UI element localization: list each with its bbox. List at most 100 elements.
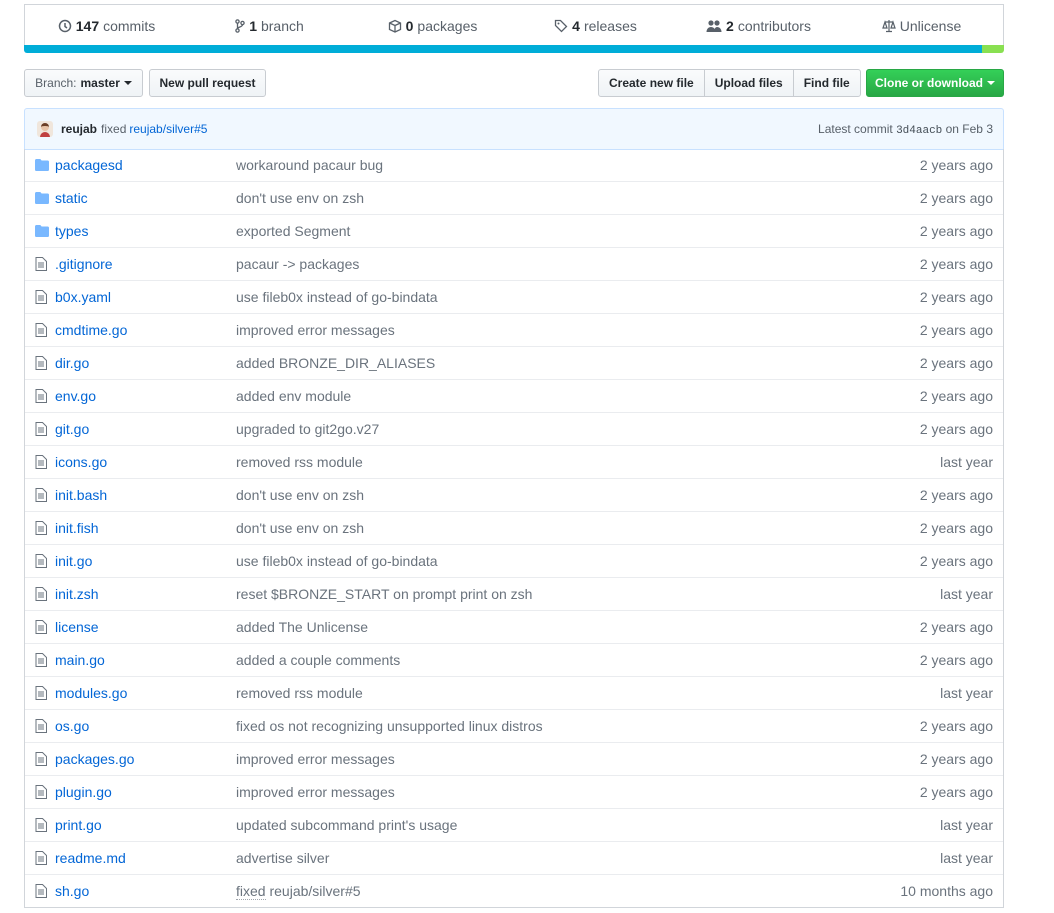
file-icon [35,686,49,700]
file-commit-message[interactable]: don't use env on zsh [236,190,793,206]
file-row[interactable]: static don't use env on zsh 2 years ago [25,181,1003,214]
language-bar[interactable] [24,45,1004,53]
file-commit-message[interactable]: added BRONZE_DIR_ALIASES [236,355,793,371]
file-row[interactable]: license added The Unlicense 2 years ago [25,610,1003,643]
commits-link[interactable]: 147 commits [25,18,188,34]
file-row[interactable]: cmdtime.go improved error messages 2 years… [25,313,1003,346]
file-icon [35,290,49,304]
commit-message-prefix[interactable]: fixed [101,122,126,136]
license-link[interactable]: Unlicense [840,18,1003,34]
caret-down-icon [987,81,995,85]
file-commit-message[interactable]: use fileb0x instead of go-bindata [236,553,793,569]
file-commit-message[interactable]: reset $BRONZE_START on prompt print on z… [236,586,793,602]
file-name-link[interactable]: types [55,223,236,239]
file-commit-message[interactable]: improved error messages [236,751,793,767]
file-row[interactable]: sh.go fixed reujab/silver#5 10 months ago [25,874,1003,907]
commit-issue-link[interactable]: reujab/silver#5 [269,883,360,899]
file-name-link[interactable]: packages.go [55,751,236,767]
file-commit-message[interactable]: use fileb0x instead of go-bindata [236,289,793,305]
releases-link[interactable]: 4 releases [514,18,677,34]
file-row[interactable]: main.go added a couple comments 2 years ag… [25,643,1003,676]
file-commit-message[interactable]: workaround pacaur bug [236,157,793,173]
file-row[interactable]: git.go upgraded to git2go.v27 2 years ago [25,412,1003,445]
commit-issue-link[interactable]: reujab/silver#5 [129,122,207,136]
packages-link[interactable]: 0 packages [351,18,514,34]
file-row[interactable]: dir.go added BRONZE_DIR_ALIASES 2 years ag… [25,346,1003,379]
file-name-link[interactable]: init.zsh [55,586,236,602]
file-commit-message[interactable]: exported Segment [236,223,793,239]
file-row[interactable]: init.bash don't use env on zsh 2 years ago [25,478,1003,511]
file-row[interactable]: init.go use fileb0x instead of go-bindata… [25,544,1003,577]
commit-author[interactable]: reujab [61,122,97,136]
file-name-link[interactable]: icons.go [55,454,236,470]
file-commit-message[interactable]: added env module [236,388,793,404]
file-name-link[interactable]: main.go [55,652,236,668]
file-commit-age: 2 years ago [919,355,993,371]
file-commit-message[interactable]: advertise silver [236,850,793,866]
file-row[interactable]: env.go added env module 2 years ago [25,379,1003,412]
commit-message-prefix[interactable]: fixed [236,883,266,900]
file-row[interactable]: icons.go removed rss module last year [25,445,1003,478]
file-commit-message[interactable]: fixed os not recognizing unsupported lin… [236,718,793,734]
file-commit-message[interactable]: improved error messages [236,322,793,338]
commit-sha[interactable]: 3d4aacb [896,125,942,137]
file-name-link[interactable]: init.bash [55,487,236,503]
branch-count: 1 [249,18,257,34]
file-commit-age: last year [940,850,993,866]
file-name-link[interactable]: plugin.go [55,784,236,800]
file-row[interactable]: modules.go removed rss module last year [25,676,1003,709]
branches-link[interactable]: 1 branch [188,18,351,34]
file-commit-message[interactable]: updated subcommand print's usage [236,817,793,833]
file-name-link[interactable]: env.go [55,388,236,404]
file-name-link[interactable]: print.go [55,817,236,833]
file-commit-message[interactable]: removed rss module [236,685,793,701]
file-row[interactable]: plugin.go improved error messages 2 years … [25,775,1003,808]
file-row[interactable]: packages.go improved error messages 2 year… [25,742,1003,775]
file-commit-message[interactable]: don't use env on zsh [236,487,793,503]
file-name-link[interactable]: packagesd [55,157,236,173]
upload-files-button[interactable]: Upload files [703,69,794,97]
branch-icon [235,19,245,33]
file-row[interactable]: types exported Segment 2 years ago [25,214,1003,247]
file-name-link[interactable]: init.go [55,553,236,569]
file-commit-message[interactable]: fixed reujab/silver#5 [236,883,793,900]
create-new-file-button[interactable]: Create new file [598,69,705,97]
file-commit-message[interactable]: upgraded to git2go.v27 [236,421,793,437]
file-icon [35,719,49,733]
file-name-link[interactable]: readme.md [55,850,236,866]
new-pull-request-button[interactable]: New pull request [149,69,266,97]
file-name-link[interactable]: .gitignore [55,256,236,272]
file-commit-message[interactable]: don't use env on zsh [236,520,793,536]
file-commit-message[interactable]: added The Unlicense [236,619,793,635]
file-icon [35,389,49,403]
file-commit-message[interactable]: added a couple comments [236,652,793,668]
file-row[interactable]: b0x.yaml use fileb0x instead of go-bindat… [25,280,1003,313]
contributors-link[interactable]: 2 contributors [677,18,840,34]
file-row[interactable]: packagesd workaround pacaur bug 2 years ag… [25,149,1003,181]
file-commit-message[interactable]: pacaur -> packages [236,256,793,272]
file-row[interactable]: init.zsh reset $BRONZE_START on prompt pr… [25,577,1003,610]
file-row[interactable]: print.go updated subcommand print's usage… [25,808,1003,841]
file-name-link[interactable]: static [55,190,236,206]
file-row[interactable]: readme.md advertise silver last year [25,841,1003,874]
file-commit-message[interactable]: removed rss module [236,454,793,470]
branch-select-button[interactable]: Branch: master [24,69,143,97]
file-name-link[interactable]: init.fish [55,520,236,536]
avatar[interactable] [37,121,53,137]
file-row[interactable]: .gitignore pacaur -> packages 2 years ago [25,247,1003,280]
file-name-link[interactable]: git.go [55,421,236,437]
file-commit-message[interactable]: improved error messages [236,784,793,800]
file-icon [35,884,49,898]
find-file-button[interactable]: Find file [792,69,861,97]
file-name-link[interactable]: b0x.yaml [55,289,236,305]
file-name-link[interactable]: dir.go [55,355,236,371]
file-row[interactable]: init.fish don't use env on zsh 2 years ago [25,511,1003,544]
file-name-link[interactable]: cmdtime.go [55,322,236,338]
file-name-link[interactable]: sh.go [55,883,236,899]
file-name-link[interactable]: modules.go [55,685,236,701]
file-row[interactable]: os.go fixed os not recognizing unsupporte… [25,709,1003,742]
file-name-link[interactable]: os.go [55,718,236,734]
file-name-link[interactable]: license [55,619,236,635]
clone-or-download-button[interactable]: Clone or download [866,69,1004,97]
folder-icon [35,192,49,204]
